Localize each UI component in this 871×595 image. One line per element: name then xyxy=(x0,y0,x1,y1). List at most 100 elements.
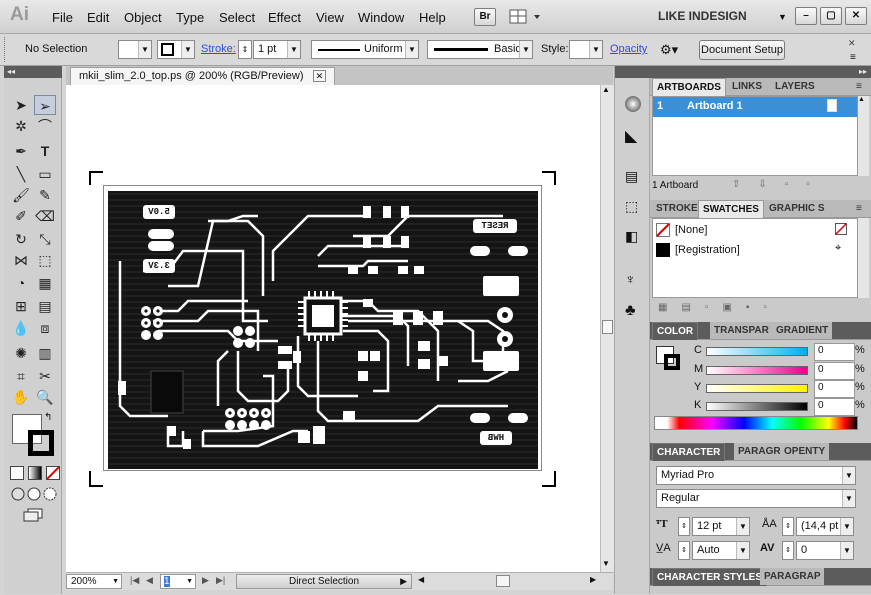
stroke-swatch[interactable] xyxy=(28,430,54,456)
channel-k-value[interactable]: 0 xyxy=(814,398,855,416)
symbols-panel-icon[interactable]: ♣ xyxy=(625,302,636,320)
width-tool[interactable]: ⋈ xyxy=(10,250,32,270)
next-artboard-icon[interactable]: ▶ xyxy=(202,575,209,586)
menu-type[interactable]: Type xyxy=(176,10,204,25)
screen-mode-button[interactable] xyxy=(22,508,48,522)
first-artboard-icon[interactable]: |◀ xyxy=(130,575,139,586)
vertical-scrollbar[interactable]: ▲ ▼ xyxy=(600,85,614,572)
transform-panel-icon[interactable]: ⬚ xyxy=(625,198,638,215)
kerning-stepper[interactable]: ⇕ xyxy=(678,541,690,560)
artboard[interactable]: 5.0V 3.3V RESET HWB xyxy=(103,185,542,471)
tab-gradient[interactable]: GRADIENT xyxy=(772,322,833,339)
tab-character[interactable]: CHARACTER xyxy=(652,443,726,461)
lasso-tool[interactable]: ⌒ xyxy=(34,116,56,136)
channel-c-value[interactable]: 0 xyxy=(814,343,855,361)
eraser-tool[interactable]: ⌫ xyxy=(34,206,56,226)
column-graph-tool[interactable]: ▥ xyxy=(34,343,56,363)
tools-collapse-icon[interactable]: ◂◂ xyxy=(4,66,62,78)
rectangle-tool[interactable]: ▭ xyxy=(34,164,56,184)
swatch-row-registration[interactable]: [Registration] ⌖ xyxy=(653,241,857,259)
artboard-tool[interactable]: ⌗ xyxy=(10,366,32,386)
swatch-row-none[interactable]: [None] xyxy=(653,221,857,239)
color-stroke-swatch[interactable] xyxy=(664,354,680,370)
zoom-tool[interactable]: 🔍 xyxy=(34,387,56,407)
leading-stepper[interactable]: ⇕ xyxy=(782,517,794,536)
arrange-documents-button[interactable] xyxy=(506,7,546,27)
slice-tool[interactable]: ✂ xyxy=(34,366,56,386)
color-mode-button[interactable] xyxy=(10,466,24,480)
menu-help[interactable]: Help xyxy=(419,10,446,25)
workspace-dropdown-icon[interactable]: ▼ xyxy=(778,12,787,22)
artboards-menu-icon[interactable]: ≡ xyxy=(852,78,866,95)
line-segment-tool[interactable]: ╲ xyxy=(10,164,32,184)
control-grip[interactable] xyxy=(4,37,8,62)
symbol-sprayer-tool[interactable]: ✺ xyxy=(10,343,32,363)
font-size-dropdown[interactable]: 12 pt ▼ xyxy=(692,517,750,536)
kerning-dropdown[interactable]: Auto ▼ xyxy=(692,541,750,560)
blend-tool[interactable]: ⧈ xyxy=(34,318,56,338)
menu-effect[interactable]: Effect xyxy=(268,10,301,25)
tab-paragraph-styles[interactable]: PARAGRAP xyxy=(760,568,825,585)
swatch-actions[interactable]: ▦▤▫▣▪▫ xyxy=(658,302,781,313)
hand-tool[interactable]: ✋ xyxy=(10,387,32,407)
scroll-up-icon[interactable]: ▲ xyxy=(602,85,610,94)
eyedropper-tool[interactable]: 💧 xyxy=(10,318,32,338)
tab-graphic-styles[interactable]: GRAPHIC S xyxy=(765,200,829,217)
artboard-actions[interactable]: ⇧⇩▫▫ xyxy=(732,179,828,190)
tab-color[interactable]: COLOR xyxy=(652,322,699,340)
menu-file[interactable]: File xyxy=(52,10,73,25)
control-menu-icon[interactable]: ≡ xyxy=(850,52,856,63)
recolor-artwork-icon[interactable]: ⚙▾ xyxy=(660,42,686,58)
channel-m-value[interactable]: 0 xyxy=(814,362,855,380)
channel-k-slider[interactable] xyxy=(706,402,808,411)
tab-opentype[interactable]: OPENTY xyxy=(780,443,830,460)
swap-fill-stroke-icon[interactable]: ↰ xyxy=(44,412,52,423)
swatches-menu-icon[interactable]: ≡ xyxy=(852,200,866,217)
menu-window[interactable]: Window xyxy=(358,10,404,25)
none-mode-button[interactable] xyxy=(46,466,60,480)
minimize-button[interactable]: – xyxy=(795,7,817,25)
graphic-style-dropdown[interactable]: ▼ xyxy=(569,40,603,59)
bridge-button[interactable]: Br xyxy=(474,8,496,26)
document-tab[interactable]: mkii_slim_2.0_top.ps @ 200% (RGB/Preview… xyxy=(70,67,336,85)
font-size-stepper[interactable]: ⇕ xyxy=(678,517,690,536)
tab-character-styles[interactable]: CHARACTER STYLES xyxy=(652,568,768,586)
artboards-scrollbar[interactable]: ▲ xyxy=(858,96,869,176)
tracking-stepper[interactable]: ⇕ xyxy=(782,541,794,560)
artboard-row[interactable]: 1 Artboard 1 xyxy=(653,97,857,117)
color-spectrum[interactable] xyxy=(654,416,858,430)
tab-stroke[interactable]: STROKE xyxy=(652,200,702,217)
align-panel-icon[interactable]: ▤ xyxy=(625,168,638,185)
stroke-stepper[interactable]: ⇕ xyxy=(238,40,252,59)
maximize-button[interactable]: ▢ xyxy=(820,7,842,25)
direct-selection-tool[interactable]: ➢ xyxy=(34,95,56,115)
perspective-grid-tool[interactable]: ▦ xyxy=(34,273,56,293)
hscroll-left-icon[interactable]: ◀ xyxy=(418,575,424,584)
artboard-number-field[interactable]: 1 ▼ xyxy=(160,574,196,589)
stroke-weight-dropdown[interactable]: 1 pt ▼ xyxy=(253,40,301,59)
tab-paragraph[interactable]: PARAGR xyxy=(734,443,785,460)
document-setup-button[interactable]: Document Setup xyxy=(699,40,785,60)
tab-links[interactable]: LINKS xyxy=(728,78,766,95)
previous-artboard-icon[interactable]: ◀ xyxy=(146,575,153,586)
last-artboard-icon[interactable]: ▶| xyxy=(216,575,225,586)
pathfinder-panel-icon[interactable]: ◧ xyxy=(625,228,638,245)
type-tool[interactable]: T xyxy=(34,141,56,161)
fill-color-dropdown[interactable]: ▼ xyxy=(118,40,152,59)
swatches-scrollbar[interactable] xyxy=(858,218,869,298)
font-style-dropdown[interactable]: Regular ▼ xyxy=(656,489,856,508)
scale-tool[interactable]: ⤡ xyxy=(34,229,56,249)
draw-mode-buttons[interactable] xyxy=(10,486,60,502)
scroll-down-icon[interactable]: ▼ xyxy=(602,559,610,568)
zoom-field[interactable]: 200% ▼ xyxy=(66,574,122,589)
gradient-mode-button[interactable] xyxy=(28,466,42,480)
close-tab-icon[interactable]: ✕ xyxy=(312,70,327,82)
tab-transparency[interactable]: TRANSPAR xyxy=(710,322,773,339)
opacity-link[interactable]: Opacity xyxy=(610,43,647,55)
workspace-switcher[interactable]: LIKE INDESIGN xyxy=(658,9,747,23)
free-transform-tool[interactable]: ⬚ xyxy=(34,250,56,270)
selection-tool[interactable]: ➤ xyxy=(10,95,32,115)
channel-m-slider[interactable] xyxy=(706,366,808,375)
magic-wand-tool[interactable]: ✲ xyxy=(10,116,32,136)
paintbrush-tool[interactable]: 🖌 xyxy=(10,185,32,205)
